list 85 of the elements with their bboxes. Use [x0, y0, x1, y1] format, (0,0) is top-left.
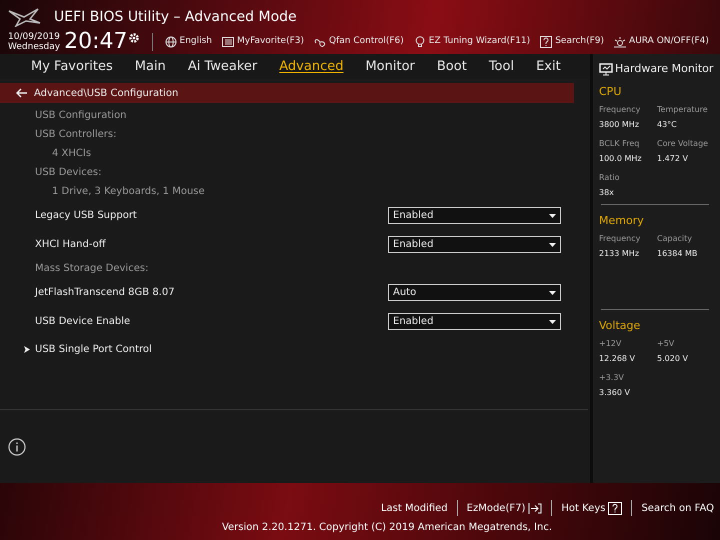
toolbar-button[interactable]: AURA ON/OFF(F4) — [614, 35, 709, 49]
list-window-icon — [222, 36, 234, 48]
light-rays-icon — [614, 36, 626, 48]
back-arrow-icon — [16, 88, 28, 98]
info-value: 1 Drive, 3 Keyboards, 1 Mouse — [52, 185, 205, 200]
dropdown-field[interactable]: Enabled — [388, 207, 561, 224]
info-value: 4 XHCIs — [52, 147, 92, 162]
reading-label: Core Voltage — [657, 138, 710, 150]
monitor-icon — [599, 62, 613, 76]
reading-label: +5V — [657, 338, 676, 350]
reading-label: Frequency — [599, 233, 642, 246]
caret-icon — [549, 242, 556, 247]
info-label: Mass Storage Devices: — [35, 262, 148, 276]
setting-label: USB Device Enable — [35, 315, 130, 330]
toolbar-button[interactable]: EZ Tuning Wizard(F11) — [414, 35, 530, 49]
menu-tab[interactable]: My Favorites — [31, 57, 113, 77]
date-label: 10/09/2019 — [8, 32, 60, 42]
reading-value: 5.020 V — [657, 353, 689, 366]
toolbar-button[interactable]: Search(F9) — [540, 35, 604, 49]
window-title: UEFI BIOS Utility – Advanced Mode — [54, 8, 297, 26]
dropdown-field[interactable]: Auto — [388, 284, 561, 302]
menu-tab[interactable]: Exit — [536, 57, 561, 77]
reading-label: BCLK Freq — [599, 138, 640, 150]
info-label: USB Configuration — [35, 109, 127, 124]
arrowhead-icon — [24, 346, 30, 353]
reading-value: 12.268 V — [599, 353, 636, 366]
dropdown-field[interactable]: Enabled — [388, 313, 561, 330]
reading-value: 3800 MHz — [599, 119, 640, 132]
reading-label: Frequency — [599, 104, 642, 116]
dropdown-value: Auto — [393, 286, 416, 300]
reading-label: Temperature — [657, 104, 709, 116]
menu-tab[interactable]: Monitor — [365, 57, 415, 77]
footer-link[interactable]: EzMode(F7) — [466, 500, 542, 516]
caret-icon — [549, 214, 556, 218]
day-label: Wednesday — [8, 42, 60, 52]
caret-icon — [549, 320, 556, 324]
menu-tab[interactable]: Tool — [488, 57, 514, 77]
footer-link[interactable]: Last Modified — [380, 500, 448, 516]
reading-value: 1.472 V — [657, 153, 689, 166]
footer-link[interactable]: Search on FAQ — [641, 500, 714, 516]
setting-label: Legacy USB Support — [35, 209, 137, 224]
setting-label: JetFlashTranscend 8GB 8.07 — [35, 286, 175, 300]
setting-label: XHCI Hand-off — [35, 238, 106, 252]
reading-label: Capacity — [657, 233, 693, 246]
menu-tab[interactable]: Ai Tweaker — [188, 57, 258, 77]
panel-title: Hardware Monitor — [615, 61, 714, 78]
reading-value: 3.360 V — [599, 387, 631, 400]
version-text: Version 2.20.1271. Copyright (C) 2019 American Megatrends, Inc. — [222, 521, 552, 536]
submenu-link[interactable]: USB Single Port Control — [35, 342, 152, 357]
info-label: USB Controllers: — [35, 128, 116, 142]
info-label: USB Devices: — [35, 166, 102, 180]
menu-tab[interactable]: Main — [134, 57, 166, 77]
reading-value: 2133 MHz — [599, 248, 640, 260]
info-icon — [8, 438, 26, 456]
settings-icon[interactable] — [128, 32, 140, 44]
lightbulb-icon — [414, 36, 426, 48]
logo-icon — [8, 7, 42, 27]
menu-tab[interactable]: Boot — [436, 57, 467, 77]
section-title: Voltage — [599, 318, 642, 334]
reading-value: 43°C — [657, 119, 678, 132]
reading-value: 16384 MB — [657, 248, 698, 260]
reading-value: 100.0 MHz — [599, 153, 643, 166]
menu-tab[interactable]: Advanced — [279, 57, 344, 77]
section-title: Memory — [599, 213, 645, 230]
toolbar-button[interactable]: English — [164, 35, 212, 49]
breadcrumb-bar[interactable]: Advanced\USB Configuration — [0, 83, 574, 104]
dropdown-value: Enabled — [393, 315, 434, 330]
dropdown-value: Enabled — [393, 238, 434, 252]
toolbar-button[interactable]: Qfan Control(F6) — [314, 35, 404, 49]
dropdown-field[interactable]: Enabled — [388, 236, 561, 254]
clock-time: 20:47 — [64, 31, 128, 53]
globe-icon — [164, 36, 177, 48]
caret-icon — [549, 290, 556, 295]
reading-label: +3.3V — [599, 372, 625, 384]
toolbar-button[interactable]: MyFavorite(F3) — [222, 35, 304, 49]
help-icon — [540, 36, 552, 48]
dropdown-value: Enabled — [393, 209, 434, 224]
breadcrumb-text: Advanced\USB Configuration — [34, 86, 178, 101]
reading-value: 38x — [599, 187, 615, 200]
exit-arrow-icon — [528, 502, 542, 515]
section-title: CPU — [599, 84, 622, 100]
help-icon — [608, 502, 622, 515]
footer-link[interactable]: Hot Keys — [561, 500, 622, 516]
reading-label: +12V — [599, 338, 622, 350]
reading-label: Ratio — [599, 172, 621, 184]
